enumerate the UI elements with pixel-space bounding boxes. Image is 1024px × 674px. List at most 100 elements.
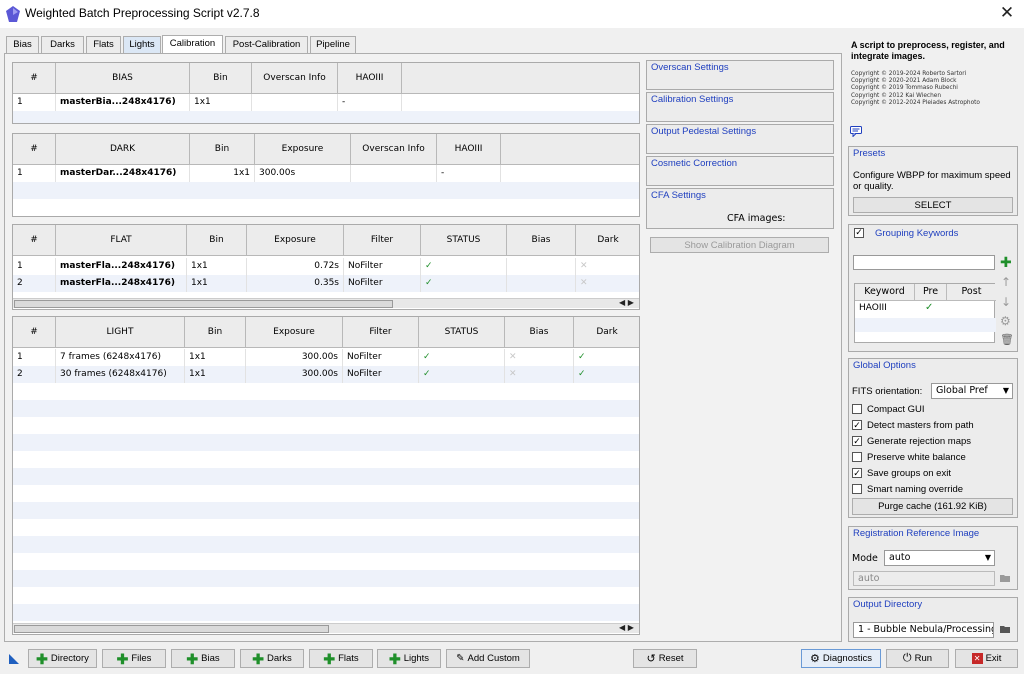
diagnostics-button[interactable]: ⚙ Diagnostics [801,649,881,668]
filter-value: NoFilter [344,275,421,292]
option-smart-naming[interactable]: Smart naming override [852,482,963,496]
horizontal-scrollbar[interactable]: ◀ ▶ [13,623,639,633]
grouping-keywords-checkbox[interactable]: ✓ [854,228,864,239]
folder-icon[interactable] [1000,625,1010,633]
binning-value: 1x1 [185,349,246,366]
purge-cache-button[interactable]: Purge cache (161.92 KiB) [852,498,1013,515]
scrollbar-thumb[interactable] [14,625,329,633]
dark-cross-icon: ✕ [576,275,639,292]
add-flats-button[interactable]: ✚ Flats [309,649,373,668]
title-bar: Weighted Batch Preprocessing Script v2.7… [0,0,1024,28]
output-directory-input[interactable]: 1 - Bubble Nebula/Processing [853,622,994,638]
folder-icon[interactable] [1000,574,1010,582]
calibration-settings-link[interactable]: Calibration Settings [647,93,833,108]
column-header-filler [501,134,639,165]
add-custom-button[interactable]: ✎ Add Custom [446,649,530,668]
cfa-settings-section[interactable]: CFA Settings CFA images: [646,188,834,229]
column-header: Pre [915,284,947,301]
overscan-settings-link[interactable]: Overscan Settings [647,61,833,76]
settings-gear-icon[interactable]: ⚙ [1000,314,1011,328]
output-pedestal-link[interactable]: Output Pedestal Settings [647,125,833,140]
option-rejection-maps[interactable]: ✓ Generate rejection maps [852,434,971,448]
calibration-settings-section[interactable]: Calibration Settings [646,92,834,122]
table-row[interactable]: 1 masterBia...248x4176) 1x1 - [13,94,639,111]
checkbox-checked[interactable]: ✓ [852,436,862,446]
scroll-arrows-icon[interactable]: ◀ ▶ [619,623,634,632]
horizontal-scrollbar[interactable]: ◀ ▶ [13,298,639,308]
move-up-icon[interactable]: ↑ [1001,275,1011,289]
table-row[interactable]: 1 7 frames (6248x4176) 1x1 300.00s NoFil… [13,349,639,366]
keywords-table[interactable]: Keyword Pre Post HAOIII ✓ [854,283,996,343]
plus-icon: ✚ [323,650,336,667]
add-bias-button[interactable]: ✚ Bias [171,649,235,668]
column-header: Dark [574,317,639,348]
tab-flats[interactable]: Flats [86,36,121,53]
delete-trash-icon[interactable]: 🗑 [1000,333,1014,346]
dark-cross-icon: ✕ [576,258,639,275]
button-label: Run [914,653,933,664]
column-header: Overscan Info [252,63,338,94]
run-button[interactable]: ⏻ Run [886,649,949,668]
checkbox[interactable] [852,452,862,462]
cosmetic-correction-link[interactable]: Cosmetic Correction [647,157,833,172]
tab-calibration[interactable]: Calibration [162,35,223,53]
cosmetic-correction-section[interactable]: Cosmetic Correction [646,156,834,186]
checkbox[interactable] [852,404,862,414]
checkbox[interactable] [852,484,862,494]
option-label: Smart naming override [867,483,964,495]
checkbox-checked[interactable]: ✓ [852,420,862,430]
option-white-balance[interactable]: Preserve white balance [852,450,966,464]
fits-orientation-select[interactable]: Global Pref ▼ [931,383,1013,399]
chat-bubble-icon[interactable] [850,126,862,137]
tab-post-calibration[interactable]: Post-Calibration [225,36,308,53]
cfa-settings-link[interactable]: CFA Settings [647,189,833,204]
output-pedestal-section[interactable]: Output Pedestal Settings [646,124,834,154]
overscan-settings-section[interactable]: Overscan Settings [646,60,834,90]
presets-description: Configure WBPP for maximum speed or qual… [853,170,1011,192]
tab-lights[interactable]: Lights [123,36,161,53]
bias-table[interactable]: # BIAS Bin Overscan Info HAOIII 1 master… [12,62,640,124]
button-label: Darks [266,653,292,664]
master-file-name: masterFla...248x4176) [56,258,187,275]
dark-check-icon: ✓ [574,366,639,383]
table-row[interactable]: 2 masterFla...248x4176) 1x1 0.35s NoFilt… [13,275,639,292]
table-row[interactable]: 2 30 frames (6248x4176) 1x1 300.00s NoFi… [13,366,639,383]
keyword-input[interactable] [853,255,995,270]
light-table[interactable]: # LIGHT Bin Exposure Filter STATUS Bias … [12,316,640,635]
dark-table[interactable]: # DARK Bin Exposure Overscan Info HAOIII… [12,133,640,217]
table-row[interactable]: 1 masterFla...248x4176) 1x1 0.72s NoFilt… [13,258,639,275]
add-files-button[interactable]: ✚ Files [102,649,166,668]
resize-triangle-icon[interactable] [9,654,19,664]
flat-table[interactable]: # FLAT Bin Exposure Filter STATUS Bias D… [12,224,640,310]
chevron-down-icon: ▼ [984,553,991,562]
column-header: HAOIII [437,134,501,165]
master-file-name: masterDar...248x4176) [56,165,190,182]
option-save-groups[interactable]: ✓ Save groups on exit [852,466,951,480]
add-directory-button[interactable]: ✚ Directory [28,649,97,668]
scrollbar-thumb[interactable] [14,300,393,308]
light-group-name: 30 frames (6248x4176) [56,366,185,383]
close-window-button[interactable]: ✕ [996,2,1018,24]
option-compact-gui[interactable]: Compact GUI [852,402,925,416]
exit-button[interactable]: ✕ Exit [955,649,1018,668]
move-down-icon[interactable]: ↓ [1001,295,1011,309]
button-label: Flats [338,653,359,664]
reset-button[interactable]: ↺ Reset [633,649,697,668]
tab-darks[interactable]: Darks [41,36,84,53]
tab-bias[interactable]: Bias [6,36,39,53]
column-header: # [13,63,56,94]
add-lights-button[interactable]: ✚ Lights [377,649,441,668]
show-calibration-diagram-button[interactable]: Show Calibration Diagram [650,237,829,253]
reference-image-field[interactable]: auto [853,571,995,586]
button-label: Bias [201,653,220,664]
add-darks-button[interactable]: ✚ Darks [240,649,304,668]
reset-icon: ↺ [646,653,656,665]
select-preset-button[interactable]: SELECT [853,197,1013,213]
scroll-arrows-icon[interactable]: ◀ ▶ [619,298,634,307]
add-keyword-icon[interactable]: ✚ [1000,256,1012,270]
mode-select[interactable]: auto ▼ [884,550,995,566]
tab-pipeline[interactable]: Pipeline [310,36,356,53]
option-detect-masters[interactable]: ✓ Detect masters from path [852,418,974,432]
checkbox-checked[interactable]: ✓ [852,468,862,478]
table-row[interactable]: 1 masterDar...248x4176) 1x1 300.00s - [13,165,639,182]
